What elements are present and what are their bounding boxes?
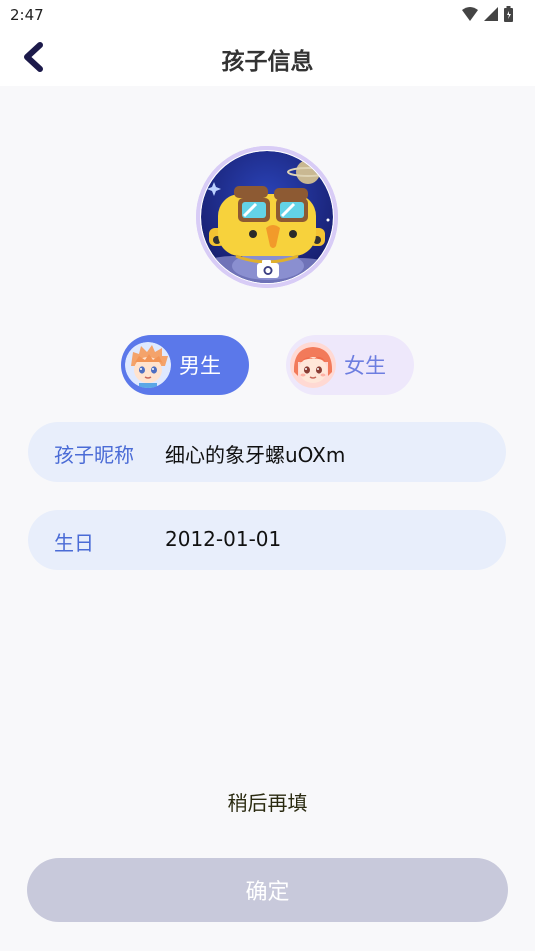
nickname-value[interactable]: 细心的象牙螺uOXm bbox=[165, 439, 345, 468]
boy-avatar-icon bbox=[125, 342, 171, 388]
fill-later-link[interactable]: 稍后再填 bbox=[0, 787, 535, 816]
nickname-label: 孩子昵称 bbox=[54, 443, 134, 467]
child-avatar[interactable] bbox=[196, 146, 338, 288]
gender-female-button[interactable]: 女生 bbox=[286, 335, 414, 395]
girl-avatar-icon bbox=[290, 342, 336, 388]
page-title: 孩子信息 bbox=[221, 49, 314, 75]
birthday-label: 生日 bbox=[54, 531, 94, 555]
signal-icon bbox=[484, 7, 498, 21]
wifi-icon bbox=[462, 7, 478, 21]
gender-male-label: 男生 bbox=[179, 354, 221, 378]
status-time: 2:47 bbox=[10, 6, 44, 24]
birthday-field[interactable]: 生日 2012-01-01 bbox=[28, 510, 506, 570]
status-icons bbox=[462, 6, 513, 22]
nickname-field[interactable]: 孩子昵称 细心的象牙螺uOXm bbox=[28, 422, 506, 482]
status-bar: 2:47 bbox=[0, 0, 535, 30]
avatar-image bbox=[196, 146, 338, 288]
gender-male-button[interactable]: 男生 bbox=[121, 335, 249, 395]
header: 孩子信息 bbox=[0, 30, 535, 86]
confirm-button[interactable]: 确定 bbox=[27, 858, 508, 922]
battery-icon bbox=[504, 6, 513, 22]
gender-female-label: 女生 bbox=[344, 354, 386, 378]
birthday-value[interactable]: 2012-01-01 bbox=[165, 527, 281, 551]
